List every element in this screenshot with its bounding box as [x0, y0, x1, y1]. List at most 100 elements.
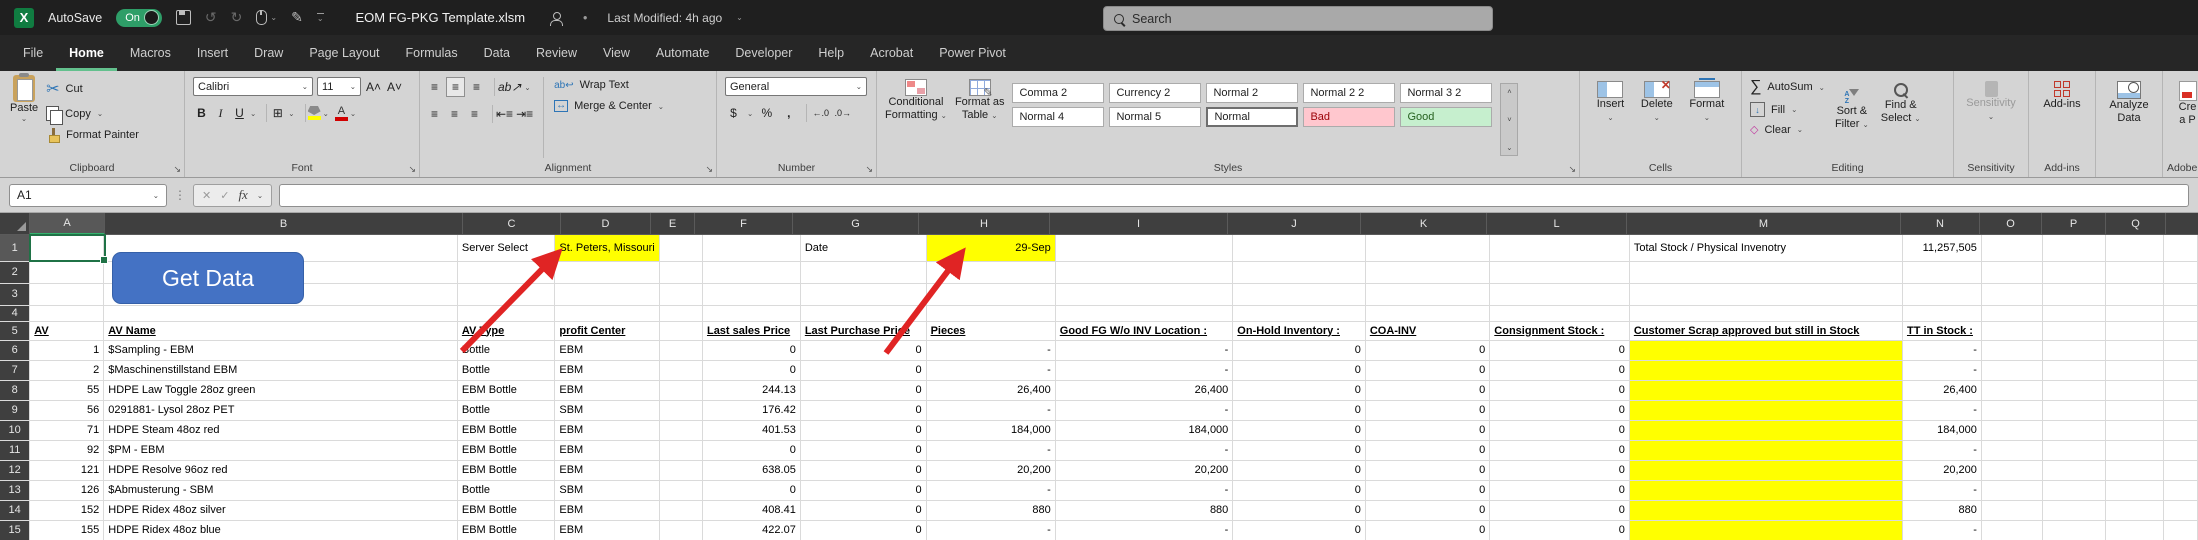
cell-J10[interactable]: 0 — [1233, 420, 1366, 440]
cell-B15[interactable]: HDPE Ridex 48oz blue — [104, 520, 458, 540]
cell-C6[interactable]: Bottle — [457, 340, 555, 360]
cell-A15[interactable]: 155 — [30, 520, 104, 540]
get-data-button[interactable]: Get Data — [112, 252, 304, 304]
cell-E7[interactable] — [659, 360, 702, 380]
cell-H14[interactable]: 880 — [926, 500, 1055, 520]
orientation-icon[interactable]: ab↗ — [498, 78, 521, 96]
cell-O2[interactable] — [1981, 261, 2042, 283]
column-header-C[interactable]: C — [463, 213, 561, 235]
cell-N11[interactable]: - — [1902, 440, 1981, 460]
cell-P10[interactable] — [2042, 420, 2105, 440]
cell-D1[interactable]: St. Peters, Missouri — [555, 235, 659, 261]
cell-J9[interactable]: 0 — [1233, 400, 1366, 420]
cell-P6[interactable] — [2042, 340, 2105, 360]
align-left-icon[interactable]: ≡ — [426, 105, 443, 123]
cell-A4[interactable] — [30, 305, 104, 321]
increase-decimal-icon[interactable]: ←.0 — [812, 104, 829, 122]
cell-A12[interactable]: 121 — [30, 460, 104, 480]
cell-F15[interactable]: 422.07 — [702, 520, 800, 540]
cell-K4[interactable] — [1365, 305, 1489, 321]
addins-button[interactable]: Add-ins — [2029, 81, 2095, 111]
cell-J7[interactable]: 0 — [1233, 360, 1366, 380]
cell-O14[interactable] — [1981, 500, 2042, 520]
wrap-text-button[interactable]: ab↩ Wrap Text — [554, 79, 664, 91]
sort-filter-button[interactable]: AZ Sort & Filter ⌄ — [1835, 83, 1869, 160]
cell-B12[interactable]: HDPE Resolve 96oz red — [104, 460, 458, 480]
cell-K12[interactable]: 0 — [1365, 460, 1489, 480]
italic-button[interactable]: I — [212, 104, 229, 122]
cell-L8[interactable]: 0 — [1490, 380, 1630, 400]
cell-O3[interactable] — [1981, 283, 2042, 305]
cell-M6[interactable] — [1629, 340, 1902, 360]
cell-M2[interactable] — [1629, 261, 1902, 283]
cell-C14[interactable]: EBM Bottle — [457, 500, 555, 520]
cell-N4[interactable] — [1902, 305, 1981, 321]
cell-J8[interactable]: 0 — [1233, 380, 1366, 400]
insert-function-icon[interactable]: fx — [238, 187, 247, 203]
cell-H10[interactable]: 184,000 — [926, 420, 1055, 440]
cell-N12[interactable]: 20,200 — [1902, 460, 1981, 480]
style-chip-normal-2[interactable]: Normal 2 — [1206, 83, 1298, 103]
cell-L10[interactable]: 0 — [1490, 420, 1630, 440]
font-color-chevron-icon[interactable]: ⌄ — [350, 109, 356, 118]
cell-J5[interactable]: On-Hold Inventory : — [1233, 321, 1366, 340]
cell-D13[interactable]: SBM — [555, 480, 659, 500]
cell-N9[interactable]: - — [1902, 400, 1981, 420]
name-box[interactable]: A1⌄ — [9, 184, 167, 207]
cell-I12[interactable]: 20,200 — [1055, 460, 1233, 480]
align-top-icon[interactable]: ≡ — [426, 78, 443, 96]
row-header-6[interactable]: 6 — [0, 340, 30, 360]
cell-Q1[interactable] — [2105, 235, 2164, 261]
cell-Q13[interactable] — [2105, 480, 2164, 500]
cell-A9[interactable]: 56 — [30, 400, 104, 420]
cell-O15[interactable] — [1981, 520, 2042, 540]
cell-K14[interactable]: 0 — [1365, 500, 1489, 520]
cell-I13[interactable]: - — [1055, 480, 1233, 500]
cell-K10[interactable]: 0 — [1365, 420, 1489, 440]
cell-L6[interactable]: 0 — [1490, 340, 1630, 360]
cell-M11[interactable] — [1629, 440, 1902, 460]
cell-K2[interactable] — [1365, 261, 1489, 283]
cell-O11[interactable] — [1981, 440, 2042, 460]
cell-E5[interactable] — [659, 321, 702, 340]
touch-mouse-mode-button[interactable]: ⌄ — [256, 10, 277, 25]
column-header-N[interactable]: N — [1901, 213, 1980, 235]
comma-format-icon[interactable]: , — [780, 104, 797, 122]
cell-A6[interactable]: 1 — [30, 340, 104, 360]
cell-H7[interactable]: - — [926, 360, 1055, 380]
font-name-select[interactable]: Calibri⌄ — [193, 77, 313, 96]
format-painter-button[interactable]: Format Painter — [46, 128, 139, 142]
cell-E14[interactable] — [659, 500, 702, 520]
merge-center-button[interactable]: ↔ Merge & Center ⌄ — [554, 100, 664, 112]
cell-P9[interactable] — [2042, 400, 2105, 420]
cell-B11[interactable]: $PM - EBM — [104, 440, 458, 460]
cell-P3[interactable] — [2042, 283, 2105, 305]
fx-chevron-icon[interactable]: ⌄ — [257, 191, 263, 200]
cell-O8[interactable] — [1981, 380, 2042, 400]
ink-pen-icon[interactable]: ✎ — [291, 9, 303, 26]
tab-home[interactable]: Home — [56, 46, 117, 71]
cell-L9[interactable]: 0 — [1490, 400, 1630, 420]
cell-E4[interactable] — [659, 305, 702, 321]
font-size-select[interactable]: 11⌄ — [317, 77, 361, 96]
column-header-J[interactable]: J — [1228, 213, 1361, 235]
cell-D11[interactable]: EBM — [555, 440, 659, 460]
enter-icon[interactable]: ✓ — [220, 189, 229, 202]
tab-page-layout[interactable]: Page Layout — [296, 46, 392, 71]
align-bottom-icon[interactable]: ≡ — [468, 78, 485, 96]
row-header-8[interactable]: 8 — [0, 380, 30, 400]
style-chip-bad[interactable]: Bad — [1303, 107, 1395, 127]
row-header-13[interactable]: 13 — [0, 480, 30, 500]
cell-G5[interactable]: Last Purchase Price — [800, 321, 926, 340]
cell-F1[interactable] — [702, 235, 800, 261]
font-color-button[interactable]: A — [335, 106, 348, 121]
tab-macros[interactable]: Macros — [117, 46, 184, 71]
cancel-icon[interactable]: ✕ — [202, 189, 211, 202]
cell-G4[interactable] — [800, 305, 926, 321]
column-header-Q[interactable]: Q — [2106, 213, 2166, 235]
cell-C4[interactable] — [457, 305, 555, 321]
cell-J15[interactable]: 0 — [1233, 520, 1366, 540]
cell-G15[interactable]: 0 — [800, 520, 926, 540]
cell-Q4[interactable] — [2105, 305, 2164, 321]
create-pdf-button[interactable]: Crea P — [2163, 81, 2198, 127]
